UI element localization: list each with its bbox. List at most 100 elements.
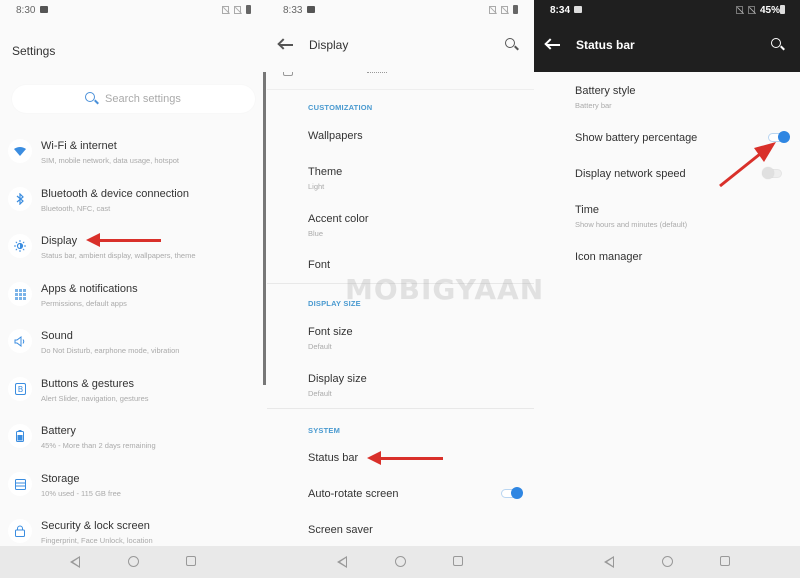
back-nav-icon[interactable] [604,556,614,568]
home-nav-icon[interactable] [395,556,406,567]
item-title: Auto-rotate screen [308,488,399,500]
battery-status-icon [780,5,785,14]
item-title: Font [308,259,331,271]
recents-nav-icon[interactable] [720,556,730,566]
status-bar-settings-screen: 8:34 45% Status bar Battery style Batter… [534,0,800,578]
item-title: Theme [308,166,343,178]
battery-status-icon [246,5,251,14]
image-notification-icon [40,6,48,13]
item-title: Time [575,204,600,216]
scrollbar[interactable] [263,72,266,385]
toggle-knob [511,487,523,499]
recents-nav-icon[interactable] [453,556,463,566]
display-item-theme[interactable]: Theme Light [308,166,518,191]
item-subtitle: 10% used - 115 GB free [41,489,121,498]
no-sim-icon [234,6,241,14]
item-title: Battery [41,425,76,437]
home-nav-icon[interactable] [128,556,139,567]
item-subtitle: SIM, mobile network, data usage, hotspot [41,156,179,165]
item-title: Font size [308,326,353,338]
item-subtitle: Do Not Disturb, earphone mode, vibration [41,346,180,355]
display-item-font[interactable]: Font [308,259,518,271]
status-bar: 8:30 [0,0,267,22]
settings-item-wifi[interactable]: Wi-Fi & internet SIM, mobile network, da… [0,137,262,181]
recents-nav-icon[interactable] [186,556,196,566]
search-settings-input[interactable]: Search settings [12,85,255,113]
item-subtitle: Show hours and minutes (default) [575,220,688,229]
item-subtitle: Battery bar [575,101,612,110]
item-title: Security & lock screen [41,520,150,532]
item-title: Wi-Fi & internet [41,140,117,152]
item-title: Sound [41,330,73,342]
battery-percentage: 45% [760,5,781,16]
status-time: 8:34 [550,5,571,16]
item-subtitle: Alert Slider, navigation, gestures [41,394,149,403]
no-sim-icon [489,6,496,14]
watermark: MOBIGYAAN [345,273,545,306]
divider [267,408,534,409]
back-nav-icon[interactable] [337,556,347,568]
item-title: Screen saver [308,524,373,536]
display-item-font-size[interactable]: Font size Default [308,326,518,351]
annotation-arrow [86,233,161,247]
page-title: Display [309,38,349,52]
navigation-bar [267,546,534,578]
item-subtitle: Status bar, ambient display, wallpapers,… [41,251,196,260]
item-title: Bluetooth & device connection [41,188,189,200]
display-item-accent-color[interactable]: Accent color Blue [308,213,518,238]
settings-item-buttons[interactable]: B Buttons & gestures Alert Slider, navig… [0,375,262,419]
lock-icon [8,519,32,543]
status-time: 8:33 [283,5,303,16]
annotation-arrow [367,451,443,465]
item-title: Storage [41,473,80,485]
app-header: Display [267,22,534,72]
back-arrow-icon[interactable] [546,44,560,46]
settings-item-bluetooth[interactable]: Bluetooth & device connection Bluetooth,… [0,185,262,229]
storage-icon [8,472,32,496]
home-nav-icon[interactable] [662,556,673,567]
settings-screen: 8:30 Settings Search settings Wi-Fi & in… [0,0,267,578]
display-item-auto-rotate[interactable]: Auto-rotate screen [308,488,518,500]
statusbar-item-time[interactable]: Time Show hours and minutes (default) [575,204,785,229]
item-subtitle: Permissions, default apps [41,299,127,308]
item-title: Display [41,235,78,247]
item-subtitle: Default [308,342,332,351]
section-header-customization: CUSTOMIZATION [308,103,373,112]
back-nav-icon[interactable] [70,556,80,568]
back-arrow-icon[interactable] [279,44,293,46]
display-item-wallpapers[interactable]: Wallpapers [308,130,518,142]
item-subtitle: Blue [308,229,324,238]
svg-text:B: B [17,385,23,394]
status-bar: 8:34 45% [534,0,800,22]
item-subtitle: Fingerprint, Face Unlock, location [41,536,153,545]
item-title: Apps & notifications [41,283,138,295]
item-subtitle: 45% - More than 2 days remaining [41,441,156,450]
statusbar-item-battery-style[interactable]: Battery style Battery bar [575,85,785,110]
settings-item-battery[interactable]: Battery 45% - More than 2 days remaining [0,422,262,466]
settings-item-sound[interactable]: Sound Do Not Disturb, earphone mode, vib… [0,327,262,371]
item-subtitle: Bluetooth, NFC, cast [41,204,111,213]
settings-item-apps[interactable]: Apps & notifications Permissions, defaul… [0,280,262,324]
settings-item-storage[interactable]: Storage 10% used - 115 GB free [0,470,262,514]
page-title: Settings [12,44,56,58]
no-sim-icon [748,6,755,14]
auto-rotate-toggle[interactable] [501,487,523,499]
search-icon[interactable] [505,38,515,48]
no-sim-icon [736,6,743,14]
wifi-icon [8,139,32,163]
partial-item-icon [283,72,293,76]
apps-grid-icon [8,282,32,306]
search-icon [85,92,95,102]
item-title: Battery style [575,85,636,97]
display-item-display-size[interactable]: Display size Default [308,373,518,398]
page-title: Status bar [576,38,635,52]
search-icon[interactable] [771,38,781,48]
item-title: Accent color [308,213,369,225]
statusbar-item-icon-manager[interactable]: Icon manager [575,251,785,263]
status-bar: 8:33 [267,0,534,22]
display-item-screen-saver[interactable]: Screen saver [308,524,518,536]
annotation-arrow [719,142,776,188]
section-header-system: SYSTEM [308,426,341,435]
image-notification-icon [574,6,582,13]
item-subtitle: Default [308,389,332,398]
